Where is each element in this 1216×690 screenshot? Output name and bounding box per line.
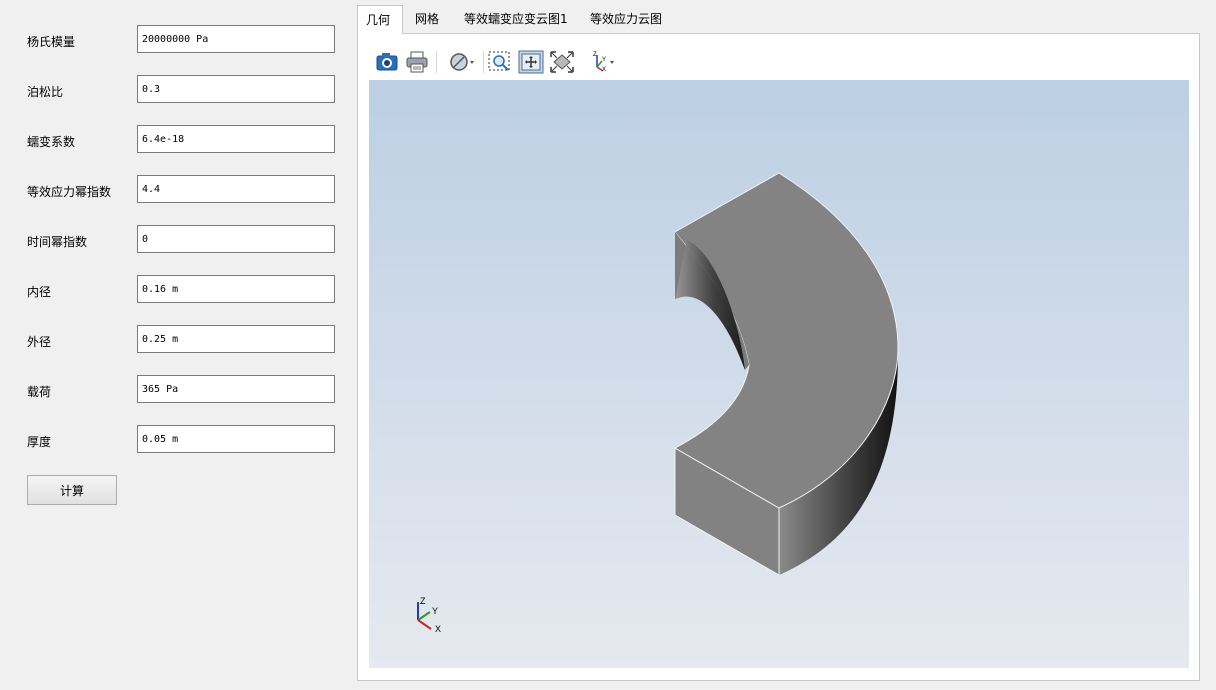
- viewer-toolbar: Z Y X: [369, 44, 1189, 80]
- svg-text:X: X: [602, 67, 606, 73]
- param-row-poisson-ratio: 泊松比: [0, 75, 350, 105]
- param-row-load: 载荷: [0, 375, 350, 405]
- youngs-modulus-input[interactable]: [137, 25, 335, 53]
- time-exponent-input[interactable]: [137, 225, 335, 253]
- triad-z-label: Z: [420, 596, 426, 606]
- display-mode-icon[interactable]: [445, 49, 479, 75]
- param-label: 泊松比: [27, 85, 64, 99]
- zoom-extents-icon[interactable]: [548, 49, 576, 75]
- triad-y-label: Y: [432, 606, 438, 616]
- orientation-triad: Z Y X: [417, 596, 441, 634]
- param-row-stress-exponent: 等效应力幂指数: [0, 175, 350, 205]
- param-label: 载荷: [27, 385, 52, 399]
- param-label: 外径: [27, 335, 52, 349]
- stress-exponent-input[interactable]: [137, 175, 335, 203]
- tab-stress-contour[interactable]: 等效应力云图: [582, 5, 670, 33]
- outer-radius-input[interactable]: [137, 325, 335, 353]
- param-label: 杨氏模量: [27, 35, 76, 49]
- param-label: 厚度: [27, 435, 52, 449]
- svg-text:Y: Y: [602, 57, 606, 63]
- zoom-box-icon[interactable]: [486, 49, 514, 75]
- tab-geometry[interactable]: 几何: [357, 5, 403, 34]
- param-label: 内径: [27, 285, 52, 299]
- param-row-time-exponent: 时间幂指数: [0, 225, 350, 255]
- triad-x-label: X: [435, 624, 441, 634]
- tab-creep-strain-contour[interactable]: 等效蠕变应变云图1: [456, 5, 576, 33]
- param-row-youngs-modulus: 杨氏模量: [0, 25, 350, 55]
- param-row-thickness: 厚度: [0, 425, 350, 455]
- creep-coefficient-input[interactable]: [137, 125, 335, 153]
- geometry-tab-pane: Z Y X Z Y X: [357, 33, 1200, 681]
- tab-mesh[interactable]: 网格: [407, 5, 447, 33]
- printer-icon[interactable]: [403, 49, 431, 75]
- toolbar-separator: [483, 51, 484, 73]
- param-row-outer-radius: 外径: [0, 325, 350, 355]
- poisson-ratio-input[interactable]: [137, 75, 335, 103]
- calculate-button[interactable]: 计算: [27, 475, 117, 505]
- load-input[interactable]: [137, 375, 335, 403]
- axis-orientation-icon[interactable]: Z Y X: [587, 49, 619, 75]
- toolbar-separator: [436, 51, 437, 73]
- fit-view-icon[interactable]: [517, 49, 545, 75]
- 3d-viewport[interactable]: Z Y X: [369, 80, 1189, 668]
- param-label: 等效应力幂指数: [27, 185, 112, 199]
- vtk-viewer: Z Y X Z Y X: [369, 44, 1189, 668]
- param-row-creep-coefficient: 蠕变系数: [0, 125, 350, 155]
- param-row-inner-radius: 内径: [0, 275, 350, 305]
- svg-text:Z: Z: [593, 52, 597, 58]
- param-label: 蠕变系数: [27, 135, 76, 149]
- thickness-input[interactable]: [137, 425, 335, 453]
- param-label: 时间幂指数: [27, 235, 88, 249]
- geometry-model: Z Y X: [417, 172, 899, 634]
- camera-icon[interactable]: [373, 49, 401, 75]
- inner-radius-input[interactable]: [137, 275, 335, 303]
